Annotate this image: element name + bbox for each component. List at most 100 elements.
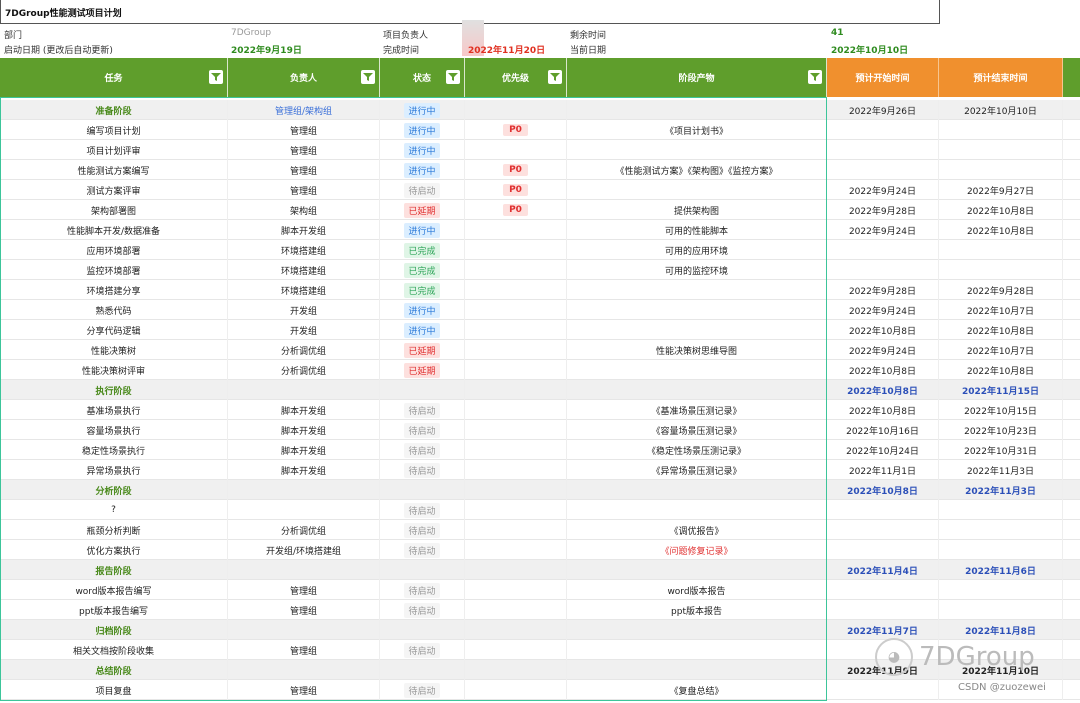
header-owner[interactable]: 负责人	[228, 58, 380, 97]
cell-start[interactable]	[827, 260, 939, 280]
cell-task[interactable]: 编写项目计划	[0, 120, 228, 140]
cell-start[interactable]	[827, 120, 939, 140]
header-task[interactable]: 任务	[0, 58, 228, 97]
cell-end[interactable]: 2022年10月15日	[939, 400, 1063, 420]
cell-status[interactable]: 进行中	[380, 220, 465, 240]
cell-task[interactable]: 准备阶段	[0, 100, 228, 120]
cell-task[interactable]: 瓶颈分析判断	[0, 520, 228, 540]
cell-task[interactable]: 容量场景执行	[0, 420, 228, 440]
cell-status[interactable]	[380, 380, 465, 400]
cell-start[interactable]: 2022年9月26日	[827, 100, 939, 120]
cell-deliverable[interactable]	[567, 500, 827, 520]
cell-status[interactable]: 进行中	[380, 320, 465, 340]
header-start[interactable]: 预计开始时间	[827, 58, 939, 97]
cell-priority[interactable]	[465, 220, 567, 240]
header-deliverable[interactable]: 阶段产物	[567, 58, 827, 97]
cell-owner[interactable]	[228, 560, 380, 580]
cell-task[interactable]: 执行阶段	[0, 380, 228, 400]
cell-start[interactable]	[827, 580, 939, 600]
cell-deliverable[interactable]	[567, 620, 827, 640]
cell-task[interactable]: 项目复盘	[0, 680, 228, 700]
cell-deliverable[interactable]	[567, 180, 827, 200]
table-row[interactable]: 优化方案执行 开发组/环境搭建组 待启动 《问题修复记录》	[0, 540, 1080, 560]
cell-deliverable[interactable]: 《项目计划书》	[567, 120, 827, 140]
cell-priority[interactable]: P0	[465, 180, 567, 200]
cell-owner[interactable]: 管理组	[228, 600, 380, 620]
cell-status[interactable]: 进行中	[380, 300, 465, 320]
cell-deliverable[interactable]: 性能决策树思维导图	[567, 340, 827, 360]
table-row[interactable]: 测试方案评审 管理组 待启动 P0 2022年9月24日 2022年9月27日	[0, 180, 1080, 200]
cell-end[interactable]: 2022年9月27日	[939, 180, 1063, 200]
cell-owner[interactable]	[228, 620, 380, 640]
table-row[interactable]: 性能测试方案编写 管理组 进行中 P0 《性能测试方案》《架构图》《监控方案》	[0, 160, 1080, 180]
cell-end[interactable]	[939, 540, 1063, 560]
cell-status[interactable]: 已延期	[380, 340, 465, 360]
cell-owner[interactable]: 分析调优组	[228, 520, 380, 540]
cell-start[interactable]	[827, 500, 939, 520]
cell-end[interactable]	[939, 140, 1063, 160]
cell-start[interactable]: 2022年10月8日	[827, 320, 939, 340]
cell-start[interactable]: 2022年11月7日	[827, 620, 939, 640]
stage-row[interactable]: 准备阶段 管理组/架构组 进行中 2022年9月26日 2022年10月10日	[0, 100, 1080, 120]
cell-priority[interactable]	[465, 640, 567, 660]
cell-priority[interactable]	[465, 500, 567, 520]
cell-deliverable[interactable]	[567, 360, 827, 380]
table-row[interactable]: 项目复盘 管理组 待启动 《复盘总结》	[0, 680, 1080, 700]
table-row[interactable]: 编写项目计划 管理组 进行中 P0 《项目计划书》	[0, 120, 1080, 140]
cell-start[interactable]: 2022年10月8日	[827, 480, 939, 500]
cell-status[interactable]: 进行中	[380, 100, 465, 120]
finish-value[interactable]: 2022年11月20日	[468, 43, 545, 56]
cell-end[interactable]: 2022年10月7日	[939, 340, 1063, 360]
cell-status[interactable]	[380, 480, 465, 500]
cell-deliverable[interactable]: 《问题修复记录》	[567, 540, 827, 560]
cell-start[interactable]: 2022年9月24日	[827, 300, 939, 320]
cell-status[interactable]: 已完成	[380, 260, 465, 280]
cell-deliverable[interactable]: 可用的性能脚本	[567, 220, 827, 240]
cell-deliverable[interactable]	[567, 300, 827, 320]
filter-icon[interactable]	[361, 70, 375, 84]
cell-start[interactable]	[827, 600, 939, 620]
table-row[interactable]: 异常场景执行 脚本开发组 待启动 《异常场景压测记录》 2022年11月1日 2022年1…	[0, 460, 1080, 480]
cell-status[interactable]: 待启动	[380, 180, 465, 200]
cell-status[interactable]: 待启动	[380, 500, 465, 520]
cell-deliverable[interactable]: 《复盘总结》	[567, 680, 827, 700]
cell-task[interactable]: 报告阶段	[0, 560, 228, 580]
cell-end[interactable]: 2022年10月31日	[939, 440, 1063, 460]
cell-end[interactable]: 2022年10月8日	[939, 220, 1063, 240]
cell-end[interactable]: 2022年10月8日	[939, 200, 1063, 220]
cell-status[interactable]: 待启动	[380, 460, 465, 480]
cell-priority[interactable]	[465, 240, 567, 260]
cell-start[interactable]	[827, 520, 939, 540]
cell-end[interactable]: 2022年10月8日	[939, 320, 1063, 340]
cell-status[interactable]: 待启动	[380, 540, 465, 560]
cell-start[interactable]	[827, 240, 939, 260]
cell-priority[interactable]	[465, 280, 567, 300]
cell-deliverable[interactable]: 《调优报告》	[567, 520, 827, 540]
cell-start[interactable]	[827, 680, 939, 700]
cell-end[interactable]: 2022年11月3日	[939, 480, 1063, 500]
cell-status[interactable]: 待启动	[380, 520, 465, 540]
cell-priority[interactable]	[465, 140, 567, 160]
cell-task[interactable]: 性能决策树评审	[0, 360, 228, 380]
cell-deliverable[interactable]	[567, 660, 827, 680]
cell-owner[interactable]: 管理组	[228, 680, 380, 700]
cell-priority[interactable]	[465, 460, 567, 480]
cell-task[interactable]: 应用环境部署	[0, 240, 228, 260]
remaining-value[interactable]: 41	[831, 28, 844, 38]
cell-status[interactable]: 已延期	[380, 360, 465, 380]
cell-status[interactable]: 待启动	[380, 640, 465, 660]
cell-priority[interactable]: P0	[465, 120, 567, 140]
cell-end[interactable]: 2022年11月6日	[939, 560, 1063, 580]
cell-owner[interactable]: 环境搭建组	[228, 280, 380, 300]
cell-deliverable[interactable]: 《性能测试方案》《架构图》《监控方案》	[567, 160, 827, 180]
cell-task[interactable]: 监控环境部署	[0, 260, 228, 280]
cell-owner[interactable]: 开发组	[228, 320, 380, 340]
table-row[interactable]: 性能决策树 分析调优组 已延期 性能决策树思维导图 2022年9月24日 2022年10月…	[0, 340, 1080, 360]
cell-task[interactable]: 熟悉代码	[0, 300, 228, 320]
cell-start[interactable]	[827, 140, 939, 160]
cell-priority[interactable]	[465, 560, 567, 580]
cell-owner[interactable]	[228, 500, 380, 520]
filter-icon[interactable]	[446, 70, 460, 84]
cell-deliverable[interactable]	[567, 640, 827, 660]
cell-owner[interactable]: 环境搭建组	[228, 240, 380, 260]
